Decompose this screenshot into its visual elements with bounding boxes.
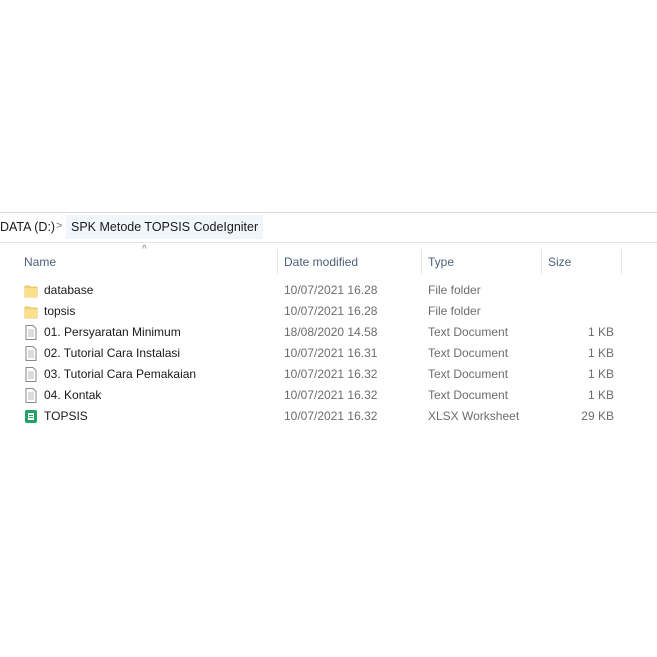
column-header-name[interactable]: Name	[24, 255, 56, 269]
breadcrumb-separator-icon[interactable]: >	[56, 220, 62, 232]
file-size: 1 KB	[587, 367, 614, 381]
column-divider[interactable]	[421, 250, 422, 274]
column-header-row: ^ Name Date modified Type Size	[0, 244, 657, 274]
file-row[interactable]: database 10/07/2021 16.28 File folder	[0, 280, 657, 301]
file-row[interactable]: 04. Kontak 10/07/2021 16.32 Text Documen…	[0, 385, 657, 406]
sort-ascending-icon: ^	[142, 244, 147, 255]
file-name: TOPSIS	[44, 409, 88, 423]
text-document-icon	[24, 367, 38, 382]
file-type: XLSX Worksheet	[428, 409, 520, 423]
file-date: 10/07/2021 16.31	[284, 346, 378, 360]
file-size: 1 KB	[587, 346, 614, 360]
file-date: 10/07/2021 16.32	[284, 409, 378, 423]
file-row[interactable]: topsis 10/07/2021 16.28 File folder	[0, 301, 657, 322]
column-divider[interactable]	[541, 250, 542, 274]
file-date: 10/07/2021 16.28	[284, 283, 378, 297]
file-date: 10/07/2021 16.28	[284, 304, 378, 318]
column-divider[interactable]	[277, 250, 278, 274]
file-date: 10/07/2021 16.32	[284, 367, 378, 381]
column-header-type[interactable]: Type	[428, 255, 454, 269]
file-date: 10/07/2021 16.32	[284, 388, 378, 402]
file-row[interactable]: TOPSIS 10/07/2021 16.32 XLSX Worksheet 2…	[0, 406, 657, 427]
spreadsheet-icon	[24, 409, 38, 424]
file-date: 18/08/2020 14.58	[284, 325, 378, 339]
file-type: File folder	[428, 304, 481, 318]
text-document-icon	[24, 325, 38, 340]
file-type: Text Document	[428, 367, 509, 381]
file-row[interactable]: 01. Persyaratan Minimum 18/08/2020 14.58…	[0, 322, 657, 343]
file-row[interactable]: 02. Tutorial Cara Instalasi 10/07/2021 1…	[0, 343, 657, 364]
file-type: Text Document	[428, 346, 509, 360]
file-size: 1 KB	[587, 388, 614, 402]
text-document-icon	[24, 346, 38, 361]
file-size: 1 KB	[587, 325, 614, 339]
folder-icon	[24, 283, 38, 298]
file-name: topsis	[44, 304, 76, 318]
file-type: Text Document	[428, 388, 509, 402]
text-document-icon	[24, 388, 38, 403]
file-row[interactable]: 03. Tutorial Cara Pemakaian 10/07/2021 1…	[0, 364, 657, 385]
file-type: File folder	[428, 283, 481, 297]
breadcrumb-drive[interactable]: DATA (D:)	[0, 220, 55, 234]
file-name: 03. Tutorial Cara Pemakaian	[44, 367, 197, 381]
file-size: 29 KB	[581, 409, 614, 423]
file-type: Text Document	[428, 325, 509, 339]
column-header-size[interactable]: Size	[548, 255, 571, 269]
folder-icon	[24, 304, 38, 319]
file-name: database	[44, 283, 94, 297]
column-divider[interactable]	[621, 250, 622, 274]
file-name: 02. Tutorial Cara Instalasi	[44, 346, 181, 360]
address-bar[interactable]: DATA (D:) > SPK Metode TOPSIS CodeIgnite…	[0, 212, 657, 243]
column-header-date[interactable]: Date modified	[284, 255, 358, 269]
file-name: 01. Persyaratan Minimum	[44, 325, 181, 339]
breadcrumb-folder[interactable]: SPK Metode TOPSIS CodeIgniter	[66, 215, 264, 239]
file-name: 04. Kontak	[44, 388, 102, 402]
